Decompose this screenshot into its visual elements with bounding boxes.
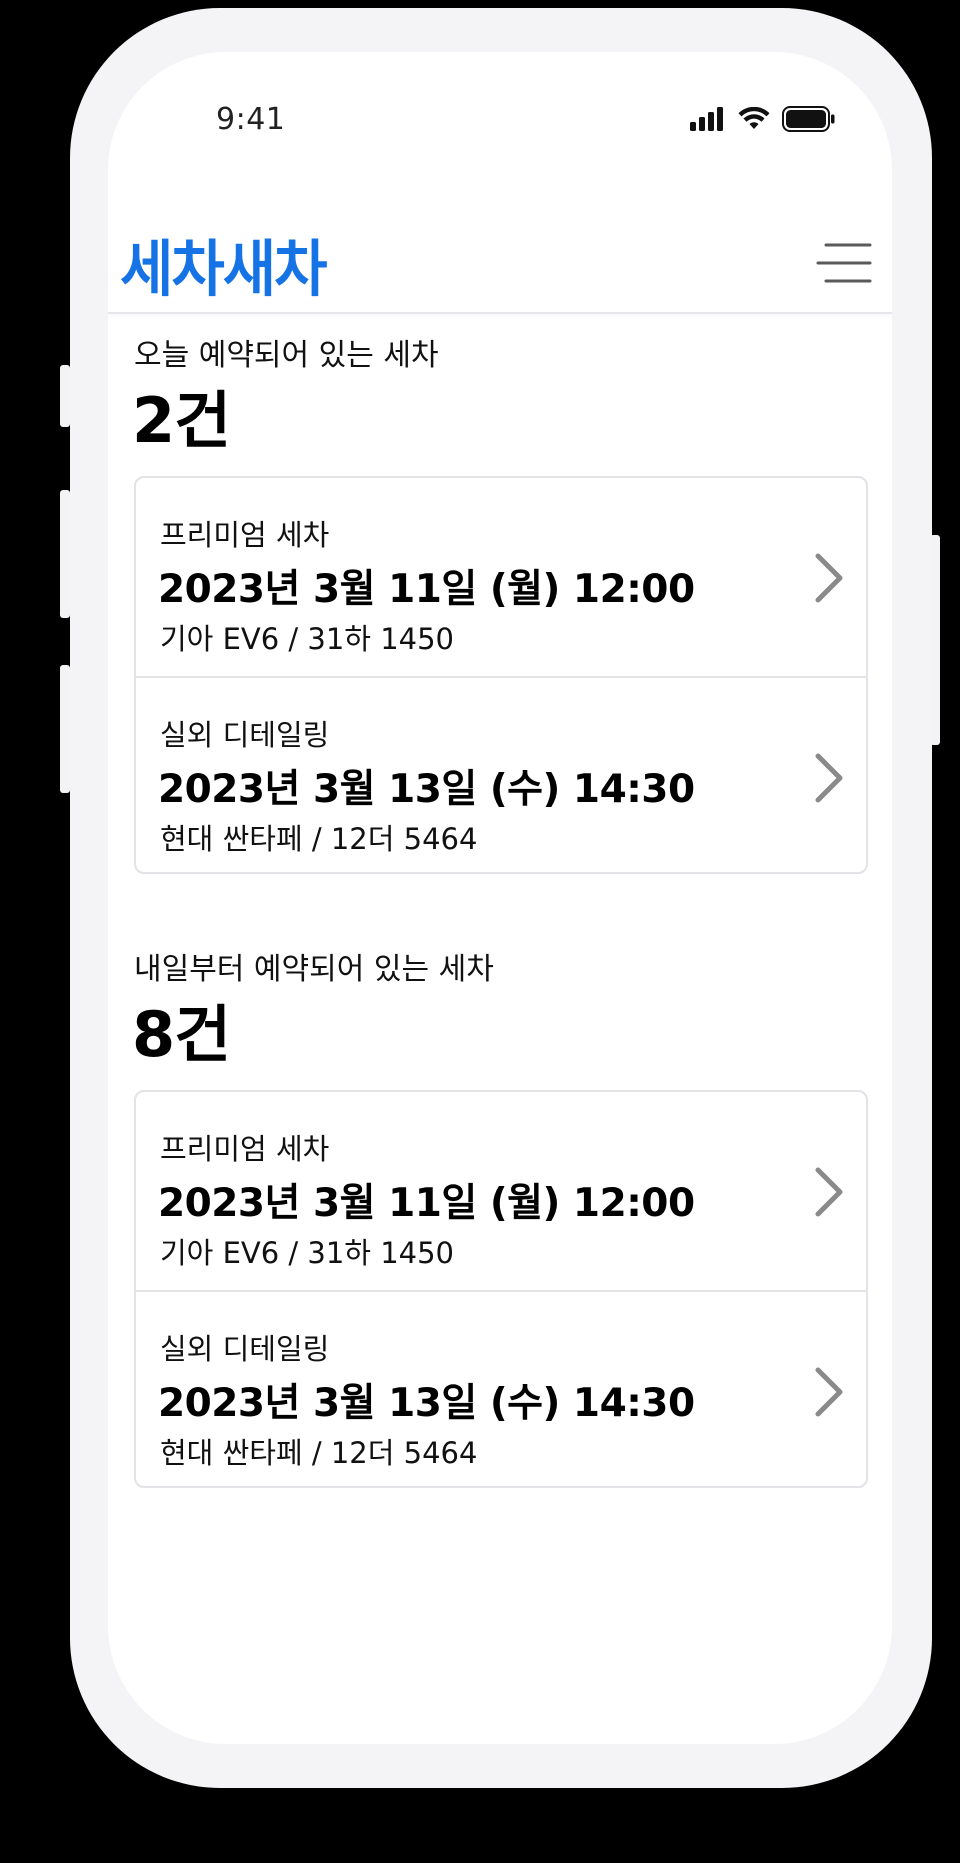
- service-type: 실외 디테일링: [160, 718, 330, 752]
- volume-down-button: [60, 665, 70, 793]
- today-section-label: 오늘 예약되어 있는 세차: [134, 338, 439, 373]
- service-type: 프리미엄 세차: [160, 518, 330, 552]
- vehicle-info: 기아 EV6 / 31하 1450: [160, 622, 455, 656]
- volume-up-button: [60, 490, 70, 618]
- battery-icon: [782, 106, 835, 132]
- reservation-item[interactable]: 프리미엄 세차 2023년 3월 11일 (월) 12:00 기아 EV6 / …: [136, 478, 866, 676]
- reservation-datetime: 2023년 3월 11일 (월) 12:00: [158, 1181, 695, 1226]
- status-icons: [690, 104, 836, 134]
- chevron-right-icon: [815, 753, 843, 803]
- reservation-datetime: 2023년 3월 13일 (수) 14:30: [158, 767, 695, 812]
- reservation-datetime: 2023년 3월 11일 (월) 12:00: [158, 567, 695, 612]
- wifi-icon: [738, 107, 770, 129]
- vehicle-info: 현대 싼타페 / 12더 5464: [160, 1436, 478, 1470]
- status-time: 9:41: [216, 102, 286, 137]
- service-type: 프리미엄 세차: [160, 1132, 330, 1166]
- service-type: 실외 디테일링: [160, 1332, 330, 1366]
- app-logo[interactable]: 세차새차: [120, 239, 327, 300]
- chevron-right-icon: [815, 553, 843, 603]
- vehicle-info: 기아 EV6 / 31하 1450: [160, 1236, 455, 1270]
- reservation-datetime: 2023년 3월 13일 (수) 14:30: [158, 1381, 695, 1426]
- cellular-signal-icon: [690, 107, 723, 131]
- chevron-right-icon: [815, 1167, 843, 1217]
- upcoming-section-label: 내일부터 예약되어 있는 세차: [134, 952, 494, 987]
- reservation-item[interactable]: 실외 디테일링 2023년 3월 13일 (수) 14:30 현대 싼타페 / …: [136, 1290, 866, 1486]
- app-header: 세차새차: [108, 192, 892, 314]
- chevron-right-icon: [815, 1367, 843, 1417]
- hamburger-menu-icon: [816, 243, 872, 283]
- menu-button[interactable]: [816, 242, 872, 284]
- today-reservation-card: 프리미엄 세차 2023년 3월 11일 (월) 12:00 기아 EV6 / …: [134, 476, 868, 874]
- phone-screen: 9:41 세차새차 오늘 예약되어 있는 세차 2건 프리미엄 세차 2023년…: [108, 52, 892, 1744]
- phone-frame: 9:41 세차새차 오늘 예약되어 있는 세차 2건 프리미엄 세차 2023년…: [70, 8, 932, 1788]
- reservation-item[interactable]: 실외 디테일링 2023년 3월 13일 (수) 14:30 현대 싼타페 / …: [136, 676, 866, 872]
- mute-switch: [60, 365, 70, 427]
- upcoming-count: 8건: [132, 998, 231, 1071]
- reservation-item[interactable]: 프리미엄 세차 2023년 3월 11일 (월) 12:00 기아 EV6 / …: [136, 1092, 866, 1290]
- upcoming-reservation-card: 프리미엄 세차 2023년 3월 11일 (월) 12:00 기아 EV6 / …: [134, 1090, 868, 1488]
- today-count: 2건: [132, 384, 231, 457]
- vehicle-info: 현대 싼타페 / 12더 5464: [160, 822, 478, 856]
